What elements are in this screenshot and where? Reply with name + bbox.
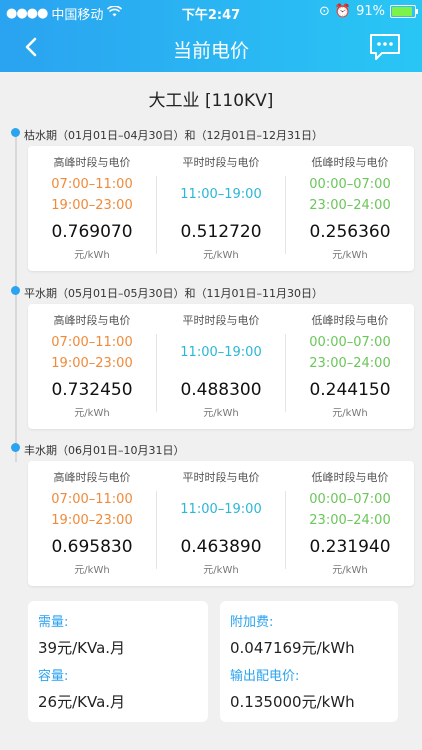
valley-time-1: 00:00–07:00 <box>309 492 391 507</box>
flat-label: 平时时段与电价 <box>182 156 260 169</box>
peak-column: 高峰时段与电价 07:00–11:00 19:00–23:00 0.695830… <box>28 461 156 586</box>
peak-price: 0.732450 <box>51 380 133 400</box>
peak-column: 高峰时段与电价 07:00–11:00 19:00–23:00 0.732450… <box>28 304 156 429</box>
peak-time-1: 07:00–11:00 <box>51 177 133 192</box>
battery-icon <box>390 5 418 18</box>
price-unit: 元/kWh <box>332 408 368 419</box>
peak-time-2: 19:00–23:00 <box>51 513 133 528</box>
surcharge-value: 0.047169元/kWh <box>230 639 355 657</box>
peak-price: 0.769070 <box>51 222 133 242</box>
flat-label: 平时时段与电价 <box>182 471 260 484</box>
price-unit: 元/kWh <box>74 250 110 261</box>
peak-label: 高峰时段与电价 <box>53 314 131 327</box>
price-unit: 元/kWh <box>203 565 239 576</box>
valley-time-1: 00:00–07:00 <box>309 335 391 350</box>
flat-column: 平时时段与电价 11:00–19:00 0.512720 元/kWh <box>157 146 285 271</box>
peak-label: 高峰时段与电价 <box>53 156 131 169</box>
flat-time: 11:00–19:00 <box>180 345 262 360</box>
message-button[interactable] <box>368 32 402 62</box>
season-card: 高峰时段与电价 07:00–11:00 19:00–23:00 0.732450… <box>28 304 414 429</box>
peak-label: 高峰时段与电价 <box>53 471 131 484</box>
peak-time-1: 07:00–11:00 <box>51 335 133 350</box>
surcharge-label: 附加费: <box>230 615 274 630</box>
price-unit: 元/kWh <box>203 408 239 419</box>
capacity-label: 容量: <box>38 669 69 684</box>
transmission-label: 输出配电价: <box>230 669 300 684</box>
nav-bar: 当前电价 <box>0 24 422 72</box>
season-title: 枯水期（01月01日–04月30日）和（12月01日–12月31日） <box>24 129 323 142</box>
surcharge-info-card: 附加费: 0.047169元/kWh 输出配电价: 0.135000元/kWh <box>220 601 398 722</box>
status-bar: ●●●● 中国移动 下午2:47 ⊙ ⏰ 91% <box>0 0 422 24</box>
price-unit: 元/kWh <box>203 250 239 261</box>
capacity-info-card: 需量: 39元/KVa.月 容量: 26元/KVa.月 <box>28 601 208 722</box>
tariff-category: 大工业 [110KV] <box>148 91 274 111</box>
valley-price: 0.231940 <box>309 537 391 557</box>
season-card: 高峰时段与电价 07:00–11:00 19:00–23:00 0.695830… <box>28 461 414 586</box>
demand-label: 需量: <box>38 615 69 630</box>
season-title: 丰水期（06月01日–10月31日） <box>24 444 185 457</box>
peak-time-2: 19:00–23:00 <box>51 198 133 213</box>
valley-time-2: 23:00–24:00 <box>309 356 391 371</box>
battery-percent: 91% <box>356 4 385 19</box>
valley-time-1: 00:00–07:00 <box>309 177 391 192</box>
peak-time-1: 07:00–11:00 <box>51 492 133 507</box>
valley-time-2: 23:00–24:00 <box>309 198 391 213</box>
flat-column: 平时时段与电价 11:00–19:00 0.463890 元/kWh <box>157 461 285 586</box>
peak-column: 高峰时段与电价 07:00–11:00 19:00–23:00 0.769070… <box>28 146 156 271</box>
lock-rotation-icon: ⊙ <box>319 4 330 19</box>
valley-price: 0.244150 <box>309 380 391 400</box>
price-unit: 元/kWh <box>332 250 368 261</box>
valley-price: 0.256360 <box>309 222 391 242</box>
flat-price: 0.463890 <box>180 537 262 557</box>
valley-time-2: 23:00–24:00 <box>309 513 391 528</box>
valley-label: 低峰时段与电价 <box>311 471 389 484</box>
flat-price: 0.488300 <box>180 380 262 400</box>
peak-price: 0.695830 <box>51 537 133 557</box>
timeline-line <box>15 132 17 462</box>
timeline-dot <box>11 128 20 137</box>
valley-column: 低峰时段与电价 00:00–07:00 23:00–24:00 0.244150… <box>286 304 414 429</box>
timeline-dot <box>11 286 20 295</box>
season-card: 高峰时段与电价 07:00–11:00 19:00–23:00 0.769070… <box>28 146 414 271</box>
timeline-dot <box>11 443 20 452</box>
alarm-icon: ⏰ <box>334 4 352 19</box>
price-unit: 元/kWh <box>74 565 110 576</box>
demand-value: 39元/KVa.月 <box>38 639 126 657</box>
price-unit: 元/kWh <box>74 408 110 419</box>
season-title: 平水期（05月01日–05月30日）和（11月01日–11月30日） <box>24 287 323 300</box>
valley-label: 低峰时段与电价 <box>311 156 389 169</box>
price-unit: 元/kWh <box>332 565 368 576</box>
chat-bubble-icon <box>370 34 400 60</box>
flat-time: 11:00–19:00 <box>180 187 262 202</box>
valley-label: 低峰时段与电价 <box>311 314 389 327</box>
flat-column: 平时时段与电价 11:00–19:00 0.488300 元/kWh <box>157 304 285 429</box>
valley-column: 低峰时段与电价 00:00–07:00 23:00–24:00 0.256360… <box>286 146 414 271</box>
capacity-value: 26元/KVa.月 <box>38 693 126 711</box>
transmission-value: 0.135000元/kWh <box>230 693 355 711</box>
peak-time-2: 19:00–23:00 <box>51 356 133 371</box>
flat-time: 11:00–19:00 <box>180 502 262 517</box>
page-title: 当前电价 <box>172 40 249 62</box>
flat-price: 0.512720 <box>180 222 262 242</box>
flat-label: 平时时段与电价 <box>182 314 260 327</box>
valley-column: 低峰时段与电价 00:00–07:00 23:00–24:00 0.231940… <box>286 461 414 586</box>
